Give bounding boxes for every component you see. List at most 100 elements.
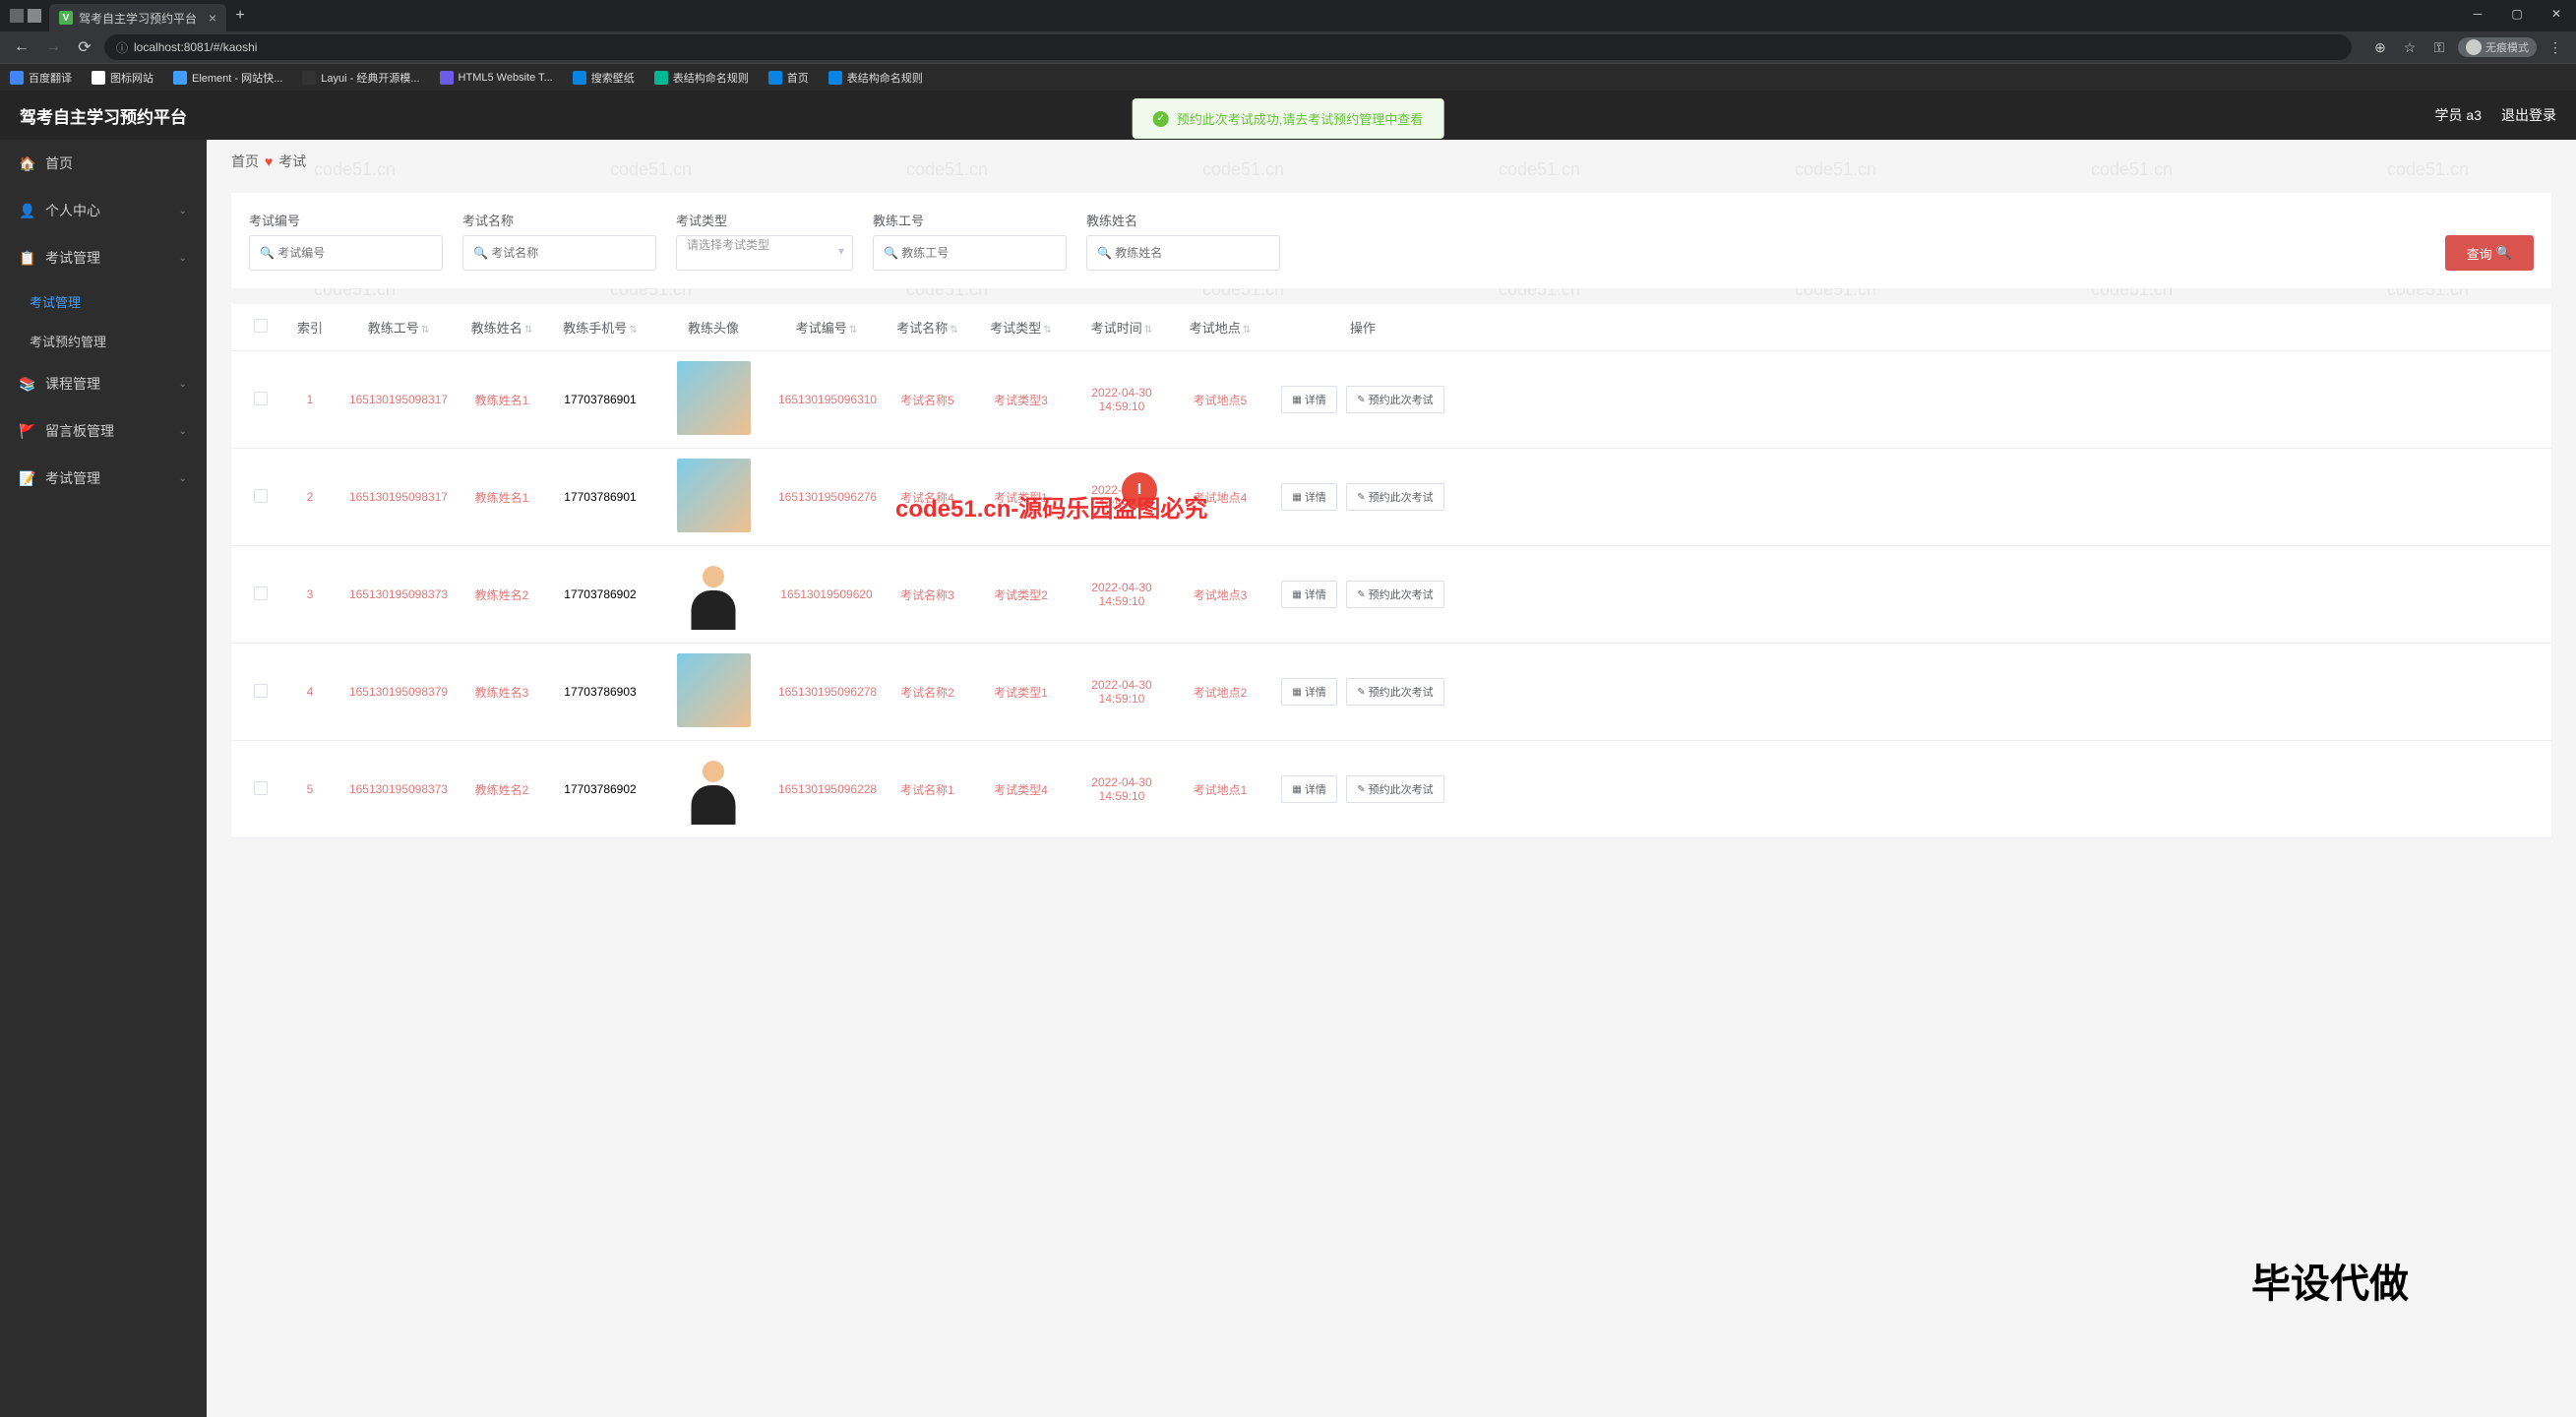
bookmark-item[interactable]: 图标网站 bbox=[92, 70, 153, 86]
row-checkbox[interactable] bbox=[254, 781, 268, 795]
cell-exam-id[interactable]: 165130195096228 bbox=[772, 782, 881, 796]
cell-exam-id[interactable]: 165130195096310 bbox=[772, 393, 881, 406]
sidebar-item[interactable]: 📝考试管理⌄ bbox=[0, 455, 207, 502]
col-exam-name[interactable]: 考试名称⇅ bbox=[881, 318, 974, 337]
forward-button[interactable]: → bbox=[41, 35, 65, 59]
cell-coach-id[interactable]: 165130195098373 bbox=[339, 782, 458, 796]
bookmark-item[interactable]: 首页 bbox=[768, 70, 809, 86]
cell-exam-type[interactable]: 考试类型1 bbox=[974, 684, 1068, 701]
cell-coach-name[interactable]: 教练姓名3 bbox=[458, 684, 546, 701]
field-label: 考试类型 bbox=[676, 211, 853, 229]
cell-exam-id[interactable]: 16513019509620 bbox=[772, 587, 881, 601]
col-coach-id[interactable]: 教练工号⇅ bbox=[339, 318, 458, 337]
cell-exam-type[interactable]: 考试类型4 bbox=[974, 781, 1068, 798]
sidebar-subitem[interactable]: 考试预约管理 bbox=[0, 321, 207, 360]
cell-exam-loc[interactable]: 考试地点4 bbox=[1176, 489, 1264, 506]
row-checkbox[interactable] bbox=[254, 392, 268, 405]
bookmark-item[interactable]: HTML5 Website T... bbox=[440, 71, 553, 85]
book-button[interactable]: ✎预约此次考试 bbox=[1346, 581, 1443, 608]
col-exam-loc[interactable]: 考试地点⇅ bbox=[1176, 318, 1264, 337]
text-input[interactable] bbox=[249, 235, 443, 271]
reload-button[interactable]: ⟳ bbox=[73, 35, 96, 59]
cell-exam-id[interactable]: 165130195096276 bbox=[772, 490, 881, 504]
cell-exam-name[interactable]: 考试名称1 bbox=[881, 781, 974, 798]
detail-button[interactable]: ▦详情 bbox=[1281, 678, 1336, 706]
bookmark-star-icon[interactable]: ☆ bbox=[2399, 36, 2421, 58]
breadcrumb-home[interactable]: 首页 bbox=[231, 152, 259, 171]
sidebar-item[interactable]: 📚课程管理⌄ bbox=[0, 360, 207, 407]
col-coach-phone[interactable]: 教练手机号⇅ bbox=[546, 318, 654, 337]
cell-exam-type[interactable]: 考试类型1 bbox=[974, 489, 1068, 506]
bookmark-item[interactable]: 表结构命名规则 bbox=[828, 70, 923, 86]
cell-exam-loc[interactable]: 考试地点5 bbox=[1176, 392, 1264, 408]
select-all-checkbox[interactable] bbox=[254, 319, 268, 333]
bookmark-item[interactable]: 表结构命名规则 bbox=[654, 70, 749, 86]
sidebar-item[interactable]: 🏠首页 bbox=[0, 140, 207, 187]
book-button[interactable]: ✎预约此次考试 bbox=[1346, 386, 1443, 413]
cell-coach-id[interactable]: 165130195098379 bbox=[339, 685, 458, 699]
book-button[interactable]: ✎预约此次考试 bbox=[1346, 678, 1443, 706]
detail-button[interactable]: ▦详情 bbox=[1281, 775, 1336, 803]
cell-exam-id[interactable]: 165130195096278 bbox=[772, 685, 881, 699]
cell-exam-loc[interactable]: 考试地点2 bbox=[1176, 684, 1264, 701]
detail-button[interactable]: ▦详情 bbox=[1281, 581, 1336, 608]
minimize-button[interactable]: ─ bbox=[2458, 0, 2497, 28]
sidebar-item[interactable]: 👤个人中心⌄ bbox=[0, 187, 207, 234]
sidebar-subitem[interactable]: 考试管理 bbox=[0, 281, 207, 321]
detail-icon: ▦ bbox=[1292, 395, 1301, 405]
cell-exam-type[interactable]: 考试类型3 bbox=[974, 392, 1068, 408]
col-exam-time[interactable]: 考试时间⇅ bbox=[1068, 318, 1176, 337]
bookmark-item[interactable]: Element - 网站快... bbox=[173, 70, 282, 86]
back-button[interactable]: ← bbox=[10, 35, 33, 59]
browser-tab[interactable]: V 驾考自主学习预约平台 × bbox=[49, 4, 226, 31]
col-exam-type[interactable]: 考试类型⇅ bbox=[974, 318, 1068, 337]
sidebar-item[interactable]: 📋考试管理⌄ bbox=[0, 234, 207, 281]
cell-exam-type[interactable]: 考试类型2 bbox=[974, 586, 1068, 603]
cell-exam-name[interactable]: 考试名称2 bbox=[881, 684, 974, 701]
text-input[interactable] bbox=[873, 235, 1067, 271]
detail-button[interactable]: ▦详情 bbox=[1281, 386, 1336, 413]
close-window-button[interactable]: ✕ bbox=[2537, 0, 2576, 28]
url-box[interactable]: ⓘ localhost:8081/#/kaoshi bbox=[104, 34, 2352, 60]
key-icon[interactable]: ⚿ bbox=[2428, 36, 2450, 58]
maximize-button[interactable]: ▢ bbox=[2497, 0, 2537, 28]
cell-coach-id[interactable]: 165130195098373 bbox=[339, 587, 458, 601]
cell-coach-id[interactable]: 165130195098317 bbox=[339, 490, 458, 504]
bookmark-item[interactable]: 百度翻译 bbox=[10, 70, 72, 86]
logout-button[interactable]: 退出登录 bbox=[2501, 105, 2556, 125]
col-coach-name[interactable]: 教练姓名⇅ bbox=[458, 318, 546, 337]
search-form: 考试编号考试名称考试类型请选择考试类型教练工号教练姓名查询🔍 bbox=[231, 193, 2551, 288]
menu-icon[interactable]: ⋮ bbox=[2545, 36, 2566, 58]
cell-exam-loc[interactable]: 考试地点1 bbox=[1176, 781, 1264, 798]
row-checkbox[interactable] bbox=[254, 489, 268, 503]
select-input[interactable]: 请选择考试类型 bbox=[676, 235, 853, 271]
sidebar-item[interactable]: 🚩留言板管理⌄ bbox=[0, 407, 207, 455]
bookmark-item[interactable]: 搜索壁纸 bbox=[573, 70, 635, 86]
search-button[interactable]: 查询🔍 bbox=[2445, 235, 2534, 271]
text-input[interactable] bbox=[1086, 235, 1280, 271]
row-checkbox[interactable] bbox=[254, 684, 268, 698]
col-exam-id[interactable]: 考试编号⇅ bbox=[772, 318, 881, 337]
text-input[interactable] bbox=[462, 235, 656, 271]
cell-coach-name[interactable]: 教练姓名2 bbox=[458, 781, 546, 798]
row-checkbox[interactable] bbox=[254, 586, 268, 600]
cell-coach-name[interactable]: 教练姓名1 bbox=[458, 489, 546, 506]
address-bar: ← → ⟳ ⓘ localhost:8081/#/kaoshi ⊕ ☆ ⚿ 无痕… bbox=[0, 31, 2576, 63]
cell-coach-name[interactable]: 教练姓名1 bbox=[458, 392, 546, 408]
user-label[interactable]: 学员 a3 bbox=[2435, 105, 2482, 125]
cell-exam-name[interactable]: 考试名称5 bbox=[881, 392, 974, 408]
new-tab-button[interactable]: + bbox=[226, 7, 254, 25]
cell-exam-name[interactable]: 考试名称3 bbox=[881, 586, 974, 603]
book-button[interactable]: ✎预约此次考试 bbox=[1346, 775, 1443, 803]
translate-icon[interactable]: ⊕ bbox=[2369, 36, 2391, 58]
book-button[interactable]: ✎预约此次考试 bbox=[1346, 483, 1443, 511]
cell-coach-name[interactable]: 教练姓名2 bbox=[458, 586, 546, 603]
detail-button[interactable]: ▦详情 bbox=[1281, 483, 1336, 511]
cell-coach-id[interactable]: 165130195098317 bbox=[339, 393, 458, 406]
cell-exam-name[interactable]: 考试名称4 bbox=[881, 489, 974, 506]
cell-exam-loc[interactable]: 考试地点3 bbox=[1176, 586, 1264, 603]
tab-close-icon[interactable]: × bbox=[209, 10, 216, 26]
bookmark-item[interactable]: Layui - 经典开源模... bbox=[302, 70, 419, 86]
field-label: 考试名称 bbox=[462, 211, 656, 229]
incognito-badge[interactable]: 无痕模式 bbox=[2458, 37, 2537, 57]
